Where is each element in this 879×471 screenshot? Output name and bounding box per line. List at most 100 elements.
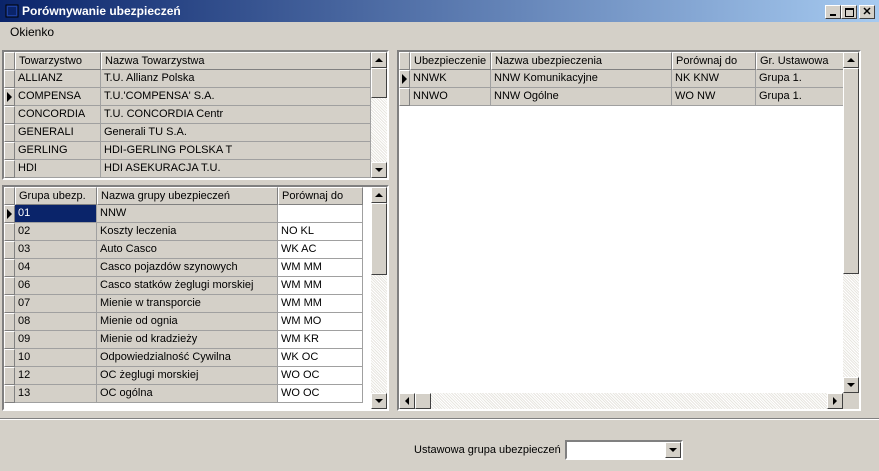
table-cell[interactable]: NNW bbox=[97, 205, 278, 223]
scroll-up-button[interactable] bbox=[371, 187, 387, 203]
minimize-button[interactable] bbox=[825, 5, 841, 19]
row-indicator[interactable] bbox=[4, 88, 15, 106]
table-cell[interactable]: NNWK bbox=[410, 70, 491, 88]
scroll-left-button[interactable] bbox=[399, 393, 415, 409]
table-cell[interactable]: WO OC bbox=[278, 367, 363, 385]
table-cell[interactable]: Generali TU S.A. bbox=[101, 124, 371, 142]
table-cell[interactable]: WO OC bbox=[278, 385, 363, 403]
row-indicator[interactable] bbox=[4, 385, 15, 403]
table-cell[interactable]: GENERALI bbox=[15, 124, 101, 142]
table-cell[interactable]: WK AC bbox=[278, 241, 363, 259]
table-cell[interactable]: WM MO bbox=[278, 313, 363, 331]
companies-grid[interactable]: Towarzystwo Nazwa Towarzystwa ALLIANZ T.U… bbox=[2, 50, 389, 180]
insurances-grid[interactable]: Ubezpieczenie Nazwa ubezpieczenia Porówn… bbox=[397, 50, 861, 411]
column-header-towarzystwo[interactable]: Towarzystwo bbox=[15, 52, 101, 70]
table-cell[interactable]: Mienie w transporcie bbox=[97, 295, 278, 313]
table-cell[interactable]: COMPENSA bbox=[15, 88, 101, 106]
table-cell[interactable]: T.U. CONCORDIA Centr bbox=[101, 106, 371, 124]
table-cell[interactable]: OC ogólna bbox=[97, 385, 278, 403]
table-cell[interactable]: 03 bbox=[15, 241, 97, 259]
table-row[interactable]: GERLING HDI-GERLING POLSKA T bbox=[4, 142, 371, 160]
table-cell[interactable]: T.U.'COMPENSA' S.A. bbox=[101, 88, 371, 106]
row-indicator[interactable] bbox=[4, 223, 15, 241]
table-cell[interactable]: Grupa 1. bbox=[756, 70, 846, 88]
insurances-hscroll[interactable] bbox=[399, 393, 843, 409]
table-row[interactable]: 01 NNW bbox=[4, 205, 363, 223]
table-cell[interactable]: 06 bbox=[15, 277, 97, 295]
row-indicator[interactable] bbox=[4, 160, 15, 178]
table-cell[interactable]: WM MM bbox=[278, 259, 363, 277]
row-indicator[interactable] bbox=[4, 295, 15, 313]
table-row[interactable]: HDI HDI ASEKURACJA T.U. bbox=[4, 160, 371, 178]
table-cell[interactable]: Odpowiedzialność Cywilna bbox=[97, 349, 278, 367]
row-indicator[interactable] bbox=[4, 367, 15, 385]
table-cell[interactable]: ALLIANZ bbox=[15, 70, 101, 88]
companies-vscroll[interactable] bbox=[371, 52, 387, 178]
table-cell[interactable]: WM KR bbox=[278, 331, 363, 349]
row-indicator[interactable] bbox=[4, 331, 15, 349]
table-cell[interactable]: NK KNW bbox=[672, 70, 756, 88]
table-row[interactable]: 08 Mienie od ognia WM MO bbox=[4, 313, 363, 331]
column-header-nazwa-grupy[interactable]: Nazwa grupy ubezpieczeń bbox=[97, 187, 278, 205]
table-row[interactable]: GENERALI Generali TU S.A. bbox=[4, 124, 371, 142]
table-row[interactable]: NNWK NNW Komunikacyjne NK KNW Grupa 1. bbox=[399, 70, 846, 88]
table-cell[interactable]: Mienie od ognia bbox=[97, 313, 278, 331]
table-cell[interactable]: OC żeglugi morskiej bbox=[97, 367, 278, 385]
table-cell[interactable]: Casco statków żeglugi morskiej bbox=[97, 277, 278, 295]
row-indicator[interactable] bbox=[4, 124, 15, 142]
table-row[interactable]: NNWO NNW Ogólne WO NW Grupa 1. bbox=[399, 88, 846, 106]
scroll-up-button[interactable] bbox=[371, 52, 387, 68]
table-cell[interactable]: 10 bbox=[15, 349, 97, 367]
table-cell[interactable]: 02 bbox=[15, 223, 97, 241]
maximize-button[interactable] bbox=[841, 5, 857, 19]
column-header-gr-ustawowa[interactable]: Gr. Ustawowa bbox=[756, 52, 846, 70]
app-icon[interactable] bbox=[5, 4, 19, 18]
groups-grid[interactable]: Grupa ubezp. Nazwa grupy ubezpieczeń Por… bbox=[2, 185, 389, 411]
statutory-group-select[interactable] bbox=[565, 440, 683, 460]
table-cell[interactable]: HDI ASEKURACJA T.U. bbox=[101, 160, 371, 178]
scroll-down-button[interactable] bbox=[843, 377, 859, 393]
table-cell[interactable]: Auto Casco bbox=[97, 241, 278, 259]
table-row[interactable]: 09 Mienie od kradzieży WM KR bbox=[4, 331, 363, 349]
table-cell[interactable]: 08 bbox=[15, 313, 97, 331]
table-row[interactable]: 04 Casco pojazdów szynowych WM MM bbox=[4, 259, 363, 277]
table-cell[interactable]: WO NW bbox=[672, 88, 756, 106]
row-indicator[interactable] bbox=[4, 106, 15, 124]
table-row[interactable]: 07 Mienie w transporcie WM MM bbox=[4, 295, 363, 313]
scroll-right-button[interactable] bbox=[827, 393, 843, 409]
scroll-thumb[interactable] bbox=[843, 68, 859, 274]
groups-vscroll[interactable] bbox=[371, 187, 387, 409]
table-cell[interactable]: WM MM bbox=[278, 277, 363, 295]
row-indicator[interactable] bbox=[399, 70, 410, 88]
table-cell[interactable]: Koszty leczenia bbox=[97, 223, 278, 241]
table-cell[interactable]: WK OC bbox=[278, 349, 363, 367]
table-cell[interactable]: WM MM bbox=[278, 295, 363, 313]
row-indicator[interactable] bbox=[4, 313, 15, 331]
table-cell[interactable]: NNWO bbox=[410, 88, 491, 106]
table-cell[interactable]: GERLING bbox=[15, 142, 101, 160]
scroll-thumb[interactable] bbox=[415, 393, 431, 409]
scroll-up-button[interactable] bbox=[843, 52, 859, 68]
table-row[interactable]: 12 OC żeglugi morskiej WO OC bbox=[4, 367, 363, 385]
column-header-ubezpieczenie[interactable]: Ubezpieczenie bbox=[410, 52, 491, 70]
scroll-down-button[interactable] bbox=[371, 162, 387, 178]
table-row[interactable]: CONCORDIA T.U. CONCORDIA Centr bbox=[4, 106, 371, 124]
row-indicator[interactable] bbox=[4, 70, 15, 88]
table-cell[interactable]: 12 bbox=[15, 367, 97, 385]
row-indicator[interactable] bbox=[4, 259, 15, 277]
table-cell[interactable]: 01 bbox=[15, 205, 97, 223]
table-cell[interactable]: CONCORDIA bbox=[15, 106, 101, 124]
table-row[interactable]: 06 Casco statków żeglugi morskiej WM MM bbox=[4, 277, 363, 295]
table-row[interactable]: 03 Auto Casco WK AC bbox=[4, 241, 363, 259]
column-header-grupa-ubezp[interactable]: Grupa ubezp. bbox=[15, 187, 97, 205]
menu-item-okienko[interactable]: Okienko bbox=[10, 25, 54, 39]
row-indicator[interactable] bbox=[4, 349, 15, 367]
table-cell[interactable]: NNW Komunikacyjne bbox=[491, 70, 672, 88]
table-row[interactable]: 13 OC ogólna WO OC bbox=[4, 385, 363, 403]
table-cell[interactable]: Mienie od kradzieży bbox=[97, 331, 278, 349]
table-cell[interactable]: HDI bbox=[15, 160, 101, 178]
table-row[interactable]: COMPENSA T.U.'COMPENSA' S.A. bbox=[4, 88, 371, 106]
insurances-vscroll[interactable] bbox=[843, 52, 859, 393]
table-cell[interactable]: T.U. Allianz Polska bbox=[101, 70, 371, 88]
table-row[interactable]: 02 Koszty leczenia NO KL bbox=[4, 223, 363, 241]
